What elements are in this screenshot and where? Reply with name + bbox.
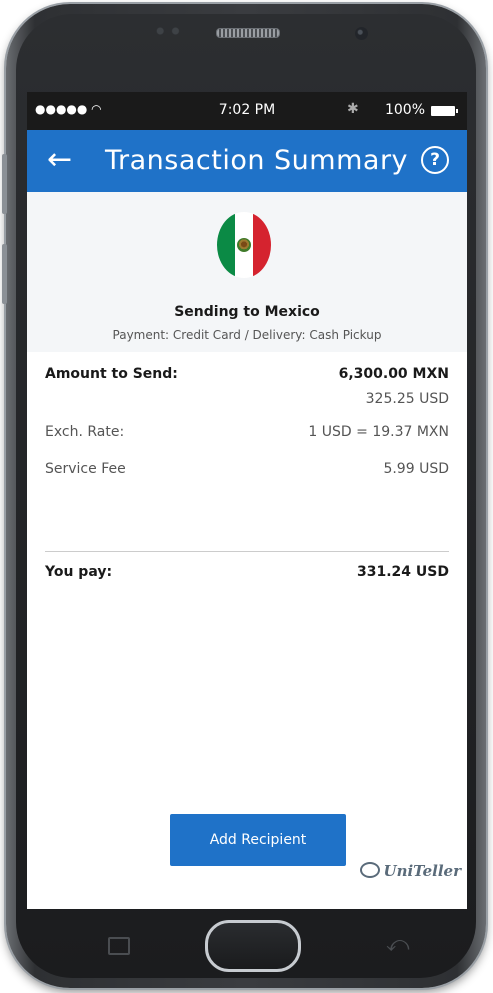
- proximity-sensor: [150, 26, 184, 36]
- app-screen: ●●●●● ◠ 7:02 PM ✱ 100% ← Transaction Sum…: [27, 92, 467, 909]
- app-bar: ← Transaction Summary ?: [27, 130, 467, 192]
- you-pay-label: You pay:: [45, 564, 113, 580]
- service-fee-value: 5.99 USD: [383, 461, 449, 477]
- exchange-rate-row: Exch. Rate: 1 USD = 19.37 MXN: [45, 418, 449, 443]
- page-title: Transaction Summary: [105, 145, 409, 176]
- flag-emblem: [237, 238, 251, 252]
- front-camera: [355, 27, 368, 40]
- volume-button: [2, 154, 7, 214]
- you-pay-value: 331.24 USD: [357, 564, 449, 580]
- divider: [45, 551, 449, 552]
- uniteller-logo-icon: [360, 862, 381, 878]
- mexico-flag-icon: [217, 212, 271, 278]
- back-arrow-icon[interactable]: ←: [47, 143, 72, 177]
- exchange-rate-label: Exch. Rate:: [45, 424, 125, 440]
- summary-rows: Amount to Send: 6,300.00 MXN 325.25 USD …: [27, 360, 467, 480]
- status-bar: ●●●●● ◠ 7:02 PM ✱ 100%: [27, 92, 467, 130]
- back-nav-icon[interactable]: ⤺: [386, 932, 410, 957]
- home-button[interactable]: [205, 920, 301, 972]
- amount-usd-value: 325.25 USD: [365, 391, 449, 407]
- destination-header: Sending to Mexico Payment: Credit Card /…: [27, 192, 467, 352]
- payment-delivery-info: Payment: Credit Card / Delivery: Cash Pi…: [112, 328, 382, 342]
- sending-to-label: Sending to Mexico: [174, 304, 320, 320]
- service-fee-label: Service Fee: [45, 461, 126, 477]
- power-button: [2, 244, 7, 304]
- add-recipient-button[interactable]: Add Recipient: [170, 814, 346, 866]
- uniteller-logo: UniTeller: [360, 862, 461, 880]
- bluetooth-icon: ✱: [347, 101, 359, 117]
- service-fee-row: Service Fee 5.99 USD: [45, 455, 449, 480]
- amount-value: 6,300.00 MXN: [338, 366, 449, 382]
- recent-apps-icon[interactable]: [108, 937, 130, 955]
- amount-row: Amount to Send: 6,300.00 MXN: [45, 360, 449, 385]
- battery-icon: [431, 106, 458, 116]
- help-icon[interactable]: ?: [421, 146, 449, 174]
- battery-percent: 100%: [384, 102, 425, 118]
- exchange-rate-value: 1 USD = 19.37 MXN: [308, 424, 449, 440]
- amount-usd-row: 325.25 USD: [45, 385, 449, 410]
- amount-label: Amount to Send:: [45, 366, 178, 382]
- earpiece-speaker: [216, 28, 280, 38]
